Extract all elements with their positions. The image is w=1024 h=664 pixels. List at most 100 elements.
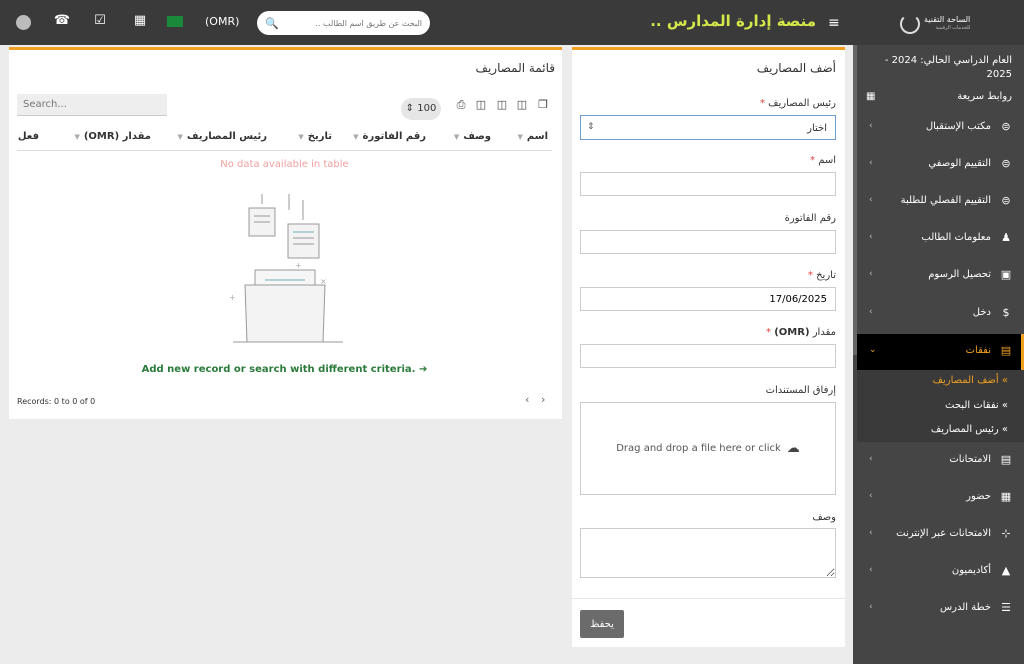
chevron-left-icon: ‹ [869,195,873,205]
description-field[interactable] [580,528,836,578]
logo-line2: للخدمات الرقمية [935,25,971,31]
quick-links-label: روابط سريعة [957,91,1012,102]
logo[interactable]: الساحة التقنية للخدمات الرقمية [900,12,978,36]
chevron-left-icon: ‹ [869,454,873,464]
date-field[interactable] [580,287,836,311]
name-label: اسم * [810,155,836,166]
sidebar-item-online-exams[interactable]: ‹ الامتحانات عبر الإنترنت ⊹ [857,517,1024,553]
no-data-message: No data available in table [220,159,349,170]
print-icon[interactable]: ⎙ [454,98,468,112]
sidebar-item-reception[interactable]: ‹ مكتب الإستقبال ⊜ [857,110,1024,146]
top-bar [0,0,1024,45]
term-assessment-icon: ⊜ [1001,194,1011,207]
column-name[interactable]: اسم▼ [518,131,549,142]
description-label: وصف [812,512,836,523]
form-title: أضف المصاريف [756,61,836,75]
list-icon: ☰ [1001,601,1011,614]
table-search-input[interactable] [17,94,167,116]
chevron-left-icon: ‹ [869,565,873,575]
credit-card-icon: ▤ [1000,344,1012,357]
avatar[interactable] [16,15,31,30]
sort-icon: ▼ [74,133,80,141]
copy-icon[interactable]: ❐ [536,98,550,111]
sidebar-item-term-assessment[interactable]: ‹ التقييم الفصلي للطلبة ⊜ [857,184,1024,220]
chevron-left-icon: ‹ [869,491,873,501]
dropzone-text: Drag and drop a file here or click [616,443,781,454]
sidebar-item-attendance[interactable]: ‹ حضور ▦ [857,480,1024,516]
flag-icon[interactable] [167,16,183,27]
sidebar-item-expenses[interactable]: ⌄ نفقات ▤ [857,334,1024,370]
pdf-icon[interactable]: ◫ [474,98,488,111]
svg-text:+: + [229,293,236,302]
chevron-left-icon: ‹ [869,528,873,538]
expenses-submenu: » أضف المصاريف » نفقات البحث » رئيس المص… [857,370,1024,442]
next-page-icon[interactable]: › [541,393,545,406]
chevron-left-icon: ‹ [869,232,873,242]
amount-label: مقدار (OMR) * [766,327,836,338]
chevron-left-icon: ‹ [869,269,873,279]
task-check-icon[interactable]: ☑ [91,13,109,28]
prev-page-icon[interactable]: ‹ [525,393,529,406]
column-invoice[interactable]: رقم الفاتورة▼ [353,131,426,142]
grid-icon[interactable]: ▦ [866,91,875,102]
sidebar-item-fees[interactable]: ‹ تحصيل الرسوم ▣ [857,258,1024,294]
sidebar-item-lesson-plan[interactable]: ‹ خطة الدرس ☰ [857,591,1024,627]
add-new-record-link[interactable]: Add new record or search with different … [17,364,552,375]
sort-icon: ▼ [353,133,359,141]
logo-line1: الساحة التقنية [924,15,971,24]
app-title: منصة إدارة المدارس .. [650,12,816,30]
chevron-left-icon: ‹ [869,121,873,131]
reception-icon: ⊜ [1001,120,1011,133]
quick-links[interactable]: ▦ روابط سريعة [866,91,1012,102]
assessment-icon: ⊜ [1001,157,1011,170]
table-header-divider [17,150,552,151]
submenu-search-expenses[interactable]: » نفقات البحث [945,400,1008,411]
name-field[interactable] [580,172,836,196]
chevron-left-icon: ‹ [869,158,873,168]
graduation-cap-icon: ▲ [1001,564,1011,577]
student-search-box[interactable]: 🔍 [257,11,430,35]
currency-label[interactable]: (OMR) [205,15,239,28]
invoice-label: رقم الفاتورة [784,213,836,224]
amount-field[interactable] [580,344,836,368]
column-action: فعل [17,131,39,142]
column-description[interactable]: وصف▼ [454,131,491,142]
academic-year: العام الدراسي الحالي: 2024 - 2025 [884,55,1012,80]
submenu-expense-head[interactable]: » رئيس المصاريف [931,424,1008,435]
column-amount[interactable]: مقدار (OMR)▼ [74,131,151,142]
page-size-select[interactable]: ⇕ 100 [401,98,441,120]
calendar-icon[interactable]: ▦ [131,13,149,28]
file-dropzone[interactable]: Drag and drop a file here or click ☁ [580,402,836,495]
chevron-left-icon: ‹ [869,602,873,612]
select-arrows-icon: ⇕ [587,122,595,132]
records-count: Records: 0 to 0 of 0 [17,397,96,406]
sidebar-item-student-info[interactable]: ‹ معلومات الطالب ♟ [857,221,1024,257]
sidebar-item-descriptive-assessment[interactable]: ‹ التقييم الوصفي ⊜ [857,147,1024,183]
sort-icon: ▼ [177,133,183,141]
excel-icon[interactable]: ◫ [515,98,529,111]
sidebar-item-academics[interactable]: ‹ أكاديميون ▲ [857,554,1024,590]
money-icon: ▣ [1000,268,1012,281]
csv-icon[interactable]: ◫ [495,98,509,111]
sort-icon: ▼ [517,133,523,141]
whatsapp-icon[interactable]: ☎ [53,13,71,28]
date-label: تاريخ * [807,270,836,281]
save-button[interactable]: يحفظ [580,610,624,638]
column-date[interactable]: تاريخ▼ [298,131,332,142]
logo-mark-icon [900,14,920,34]
sort-icon: ▼ [453,133,460,141]
menu-toggle-icon[interactable]: ≡ [828,15,840,31]
cloud-upload-icon: ☁ [786,441,800,456]
rss-icon: ⊹ [1001,527,1011,540]
submenu-add-expense[interactable]: » أضف المصاريف [933,375,1008,386]
expense-head-select[interactable]: اختار ⇕ [580,115,836,140]
list-title: قائمة المصاريف [475,61,555,75]
column-expense-head[interactable]: رئيس المصاريف▼ [177,131,267,142]
invoice-field[interactable] [580,230,836,254]
search-icon[interactable]: 🔍 [265,17,279,30]
map-icon: ▤ [1000,453,1012,466]
sidebar-item-income[interactable]: ‹ دخل $ [857,296,1024,332]
sidebar-item-exams[interactable]: ‹ الامتحانات ▤ [857,443,1024,479]
empty-folder-illustration: + × + [229,194,343,343]
student-search-input[interactable] [279,18,422,28]
